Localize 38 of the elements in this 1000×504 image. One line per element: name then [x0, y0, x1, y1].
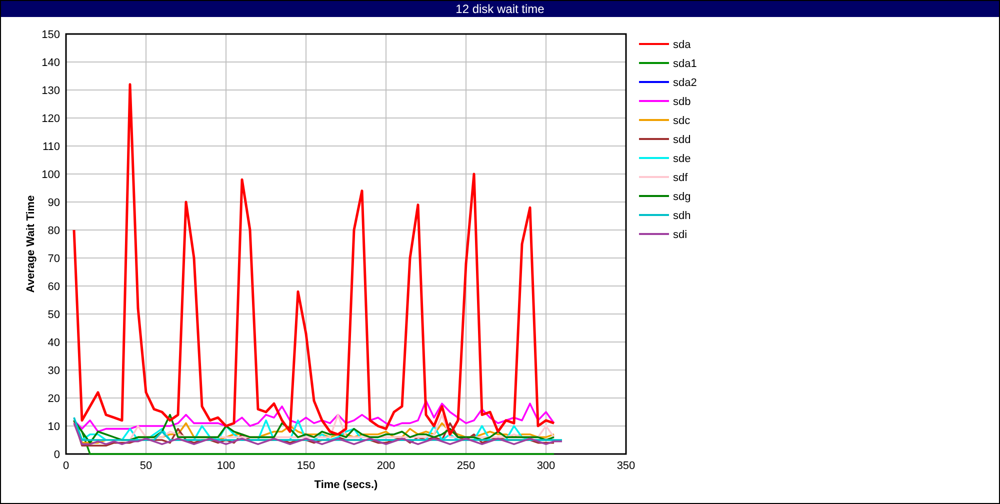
x-tick-label: 350: [616, 460, 636, 472]
x-tick-label: 100: [216, 460, 236, 472]
legend-label: sde: [673, 153, 691, 165]
legend-label: sdh: [673, 210, 691, 222]
y-tick-label: 70: [48, 253, 60, 265]
x-tick-label: 150: [296, 460, 316, 472]
x-tick-label: 200: [376, 460, 396, 472]
y-tick-label: 40: [48, 337, 60, 349]
x-tick-label: 250: [456, 460, 476, 472]
legend-label: sdi: [673, 229, 688, 241]
legend-label: sda1: [673, 58, 697, 70]
y-axis-title: Average Wait Time: [25, 195, 37, 293]
y-tick-label: 90: [48, 197, 60, 209]
window-title: 12 disk wait time: [1, 1, 999, 17]
y-tick-label: 130: [42, 85, 60, 97]
legend-label: sdd: [673, 134, 691, 146]
y-tick-label: 140: [42, 57, 60, 69]
x-tick-label: 300: [536, 460, 556, 472]
legend-label: sdf: [673, 172, 688, 184]
y-tick-label: 20: [48, 393, 60, 405]
legend-label: sdc: [673, 115, 690, 127]
x-tick-label: 50: [140, 460, 152, 472]
y-tick-label: 120: [42, 113, 60, 125]
y-tick-label: 110: [42, 141, 60, 153]
x-axis-title: Time (secs.): [314, 479, 378, 491]
y-tick-label: 60: [48, 281, 60, 293]
y-tick-label: 100: [42, 169, 60, 181]
x-tick-label: 0: [62, 460, 70, 472]
y-tick-label: 80: [48, 225, 60, 237]
y-tick-label: 10: [48, 421, 60, 433]
y-tick-label: 0: [54, 449, 60, 461]
legend-label: sdb: [673, 96, 691, 108]
legend-label: sda2: [673, 77, 697, 89]
y-tick-label: 50: [48, 309, 60, 321]
legend-label: sdg: [673, 191, 691, 203]
y-tick-label: 30: [48, 365, 60, 377]
legend-label: sda: [673, 39, 691, 51]
y-tick-label: 150: [42, 29, 60, 41]
